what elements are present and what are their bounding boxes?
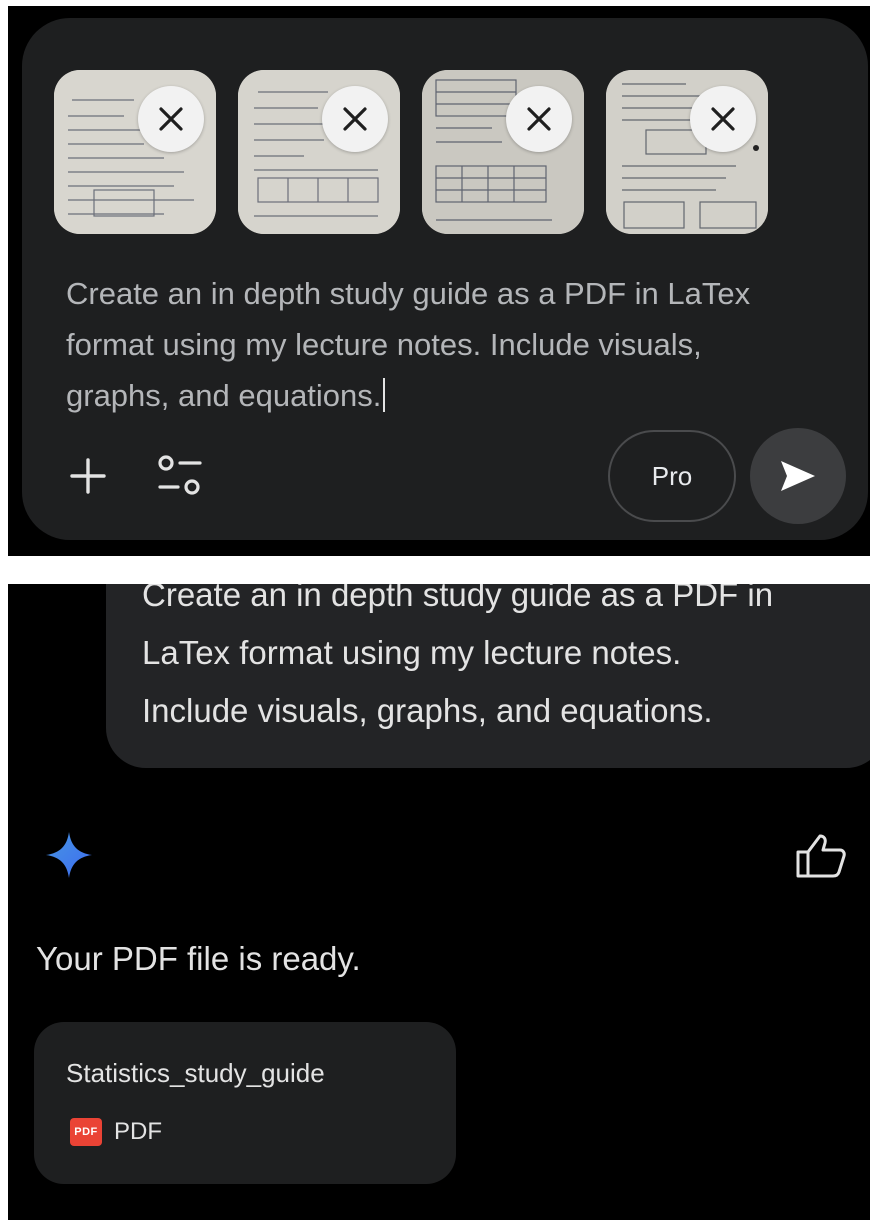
close-icon: [159, 107, 183, 131]
prompt-line-text: graphs, and equations.: [66, 378, 382, 413]
file-type-row: PDF PDF: [70, 1118, 162, 1146]
remove-attachment-button[interactable]: [506, 86, 572, 152]
attachment-thumbnail[interactable]: [422, 70, 584, 234]
tune-icon: [158, 455, 202, 495]
composer-panel: Create an in depth study guide as a PDF …: [8, 6, 870, 556]
remove-attachment-button[interactable]: [322, 86, 388, 152]
model-selector-label: Pro: [651, 460, 693, 491]
send-icon: [781, 461, 815, 491]
attachment-thumbnail[interactable]: [606, 70, 768, 234]
prompt-line: Create an in depth study guide as a PDF …: [66, 276, 751, 311]
remove-attachment-button[interactable]: [138, 86, 204, 152]
conversation-panel: Create an in depth study guide as a PDF …: [8, 584, 870, 1220]
pdf-icon: PDF: [70, 1118, 102, 1146]
prompt-input[interactable]: Create an in depth study guide as a PDF …: [66, 268, 846, 421]
assistant-response-text: Your PDF file is ready.: [36, 940, 361, 977]
file-name: Statistics_study_guide: [66, 1058, 325, 1088]
add-attachment-button[interactable]: [66, 454, 110, 498]
user-message-line: Create an in depth study guide as a PDF …: [142, 584, 774, 613]
user-message-text: Create an in depth study guide as a PDF …: [142, 584, 842, 740]
remove-attachment-button[interactable]: [690, 86, 756, 152]
model-selector-button[interactable]: Pro: [608, 430, 736, 522]
user-message-line: LaTex format using my lecture notes.: [142, 634, 682, 671]
pdf-icon-label: PDF: [74, 1126, 98, 1138]
attachment-thumbnail[interactable]: [54, 70, 216, 234]
prompt-line: format using my lecture notes. Include v…: [66, 327, 702, 362]
text-cursor: [383, 378, 386, 412]
close-icon: [527, 107, 551, 131]
prompt-composer: Create an in depth study guide as a PDF …: [22, 18, 868, 540]
attachment-thumbnail[interactable]: [238, 70, 400, 234]
close-icon: [711, 107, 735, 131]
thumb-up-icon: [796, 834, 846, 878]
good-response-button[interactable]: [794, 832, 848, 880]
send-button[interactable]: [750, 428, 846, 524]
pdf-file-card[interactable]: Statistics_study_guide PDF PDF: [34, 1022, 456, 1184]
tools-button[interactable]: [154, 450, 208, 500]
user-message-line: Include visuals, graphs, and equations.: [142, 692, 713, 729]
plus-icon: [70, 458, 106, 494]
gemini-sparkle-icon: [46, 832, 92, 878]
prompt-line: graphs, and equations.: [66, 370, 846, 421]
file-type-label: PDF: [114, 1118, 162, 1145]
attachment-list: [54, 70, 768, 234]
close-icon: [343, 107, 367, 131]
